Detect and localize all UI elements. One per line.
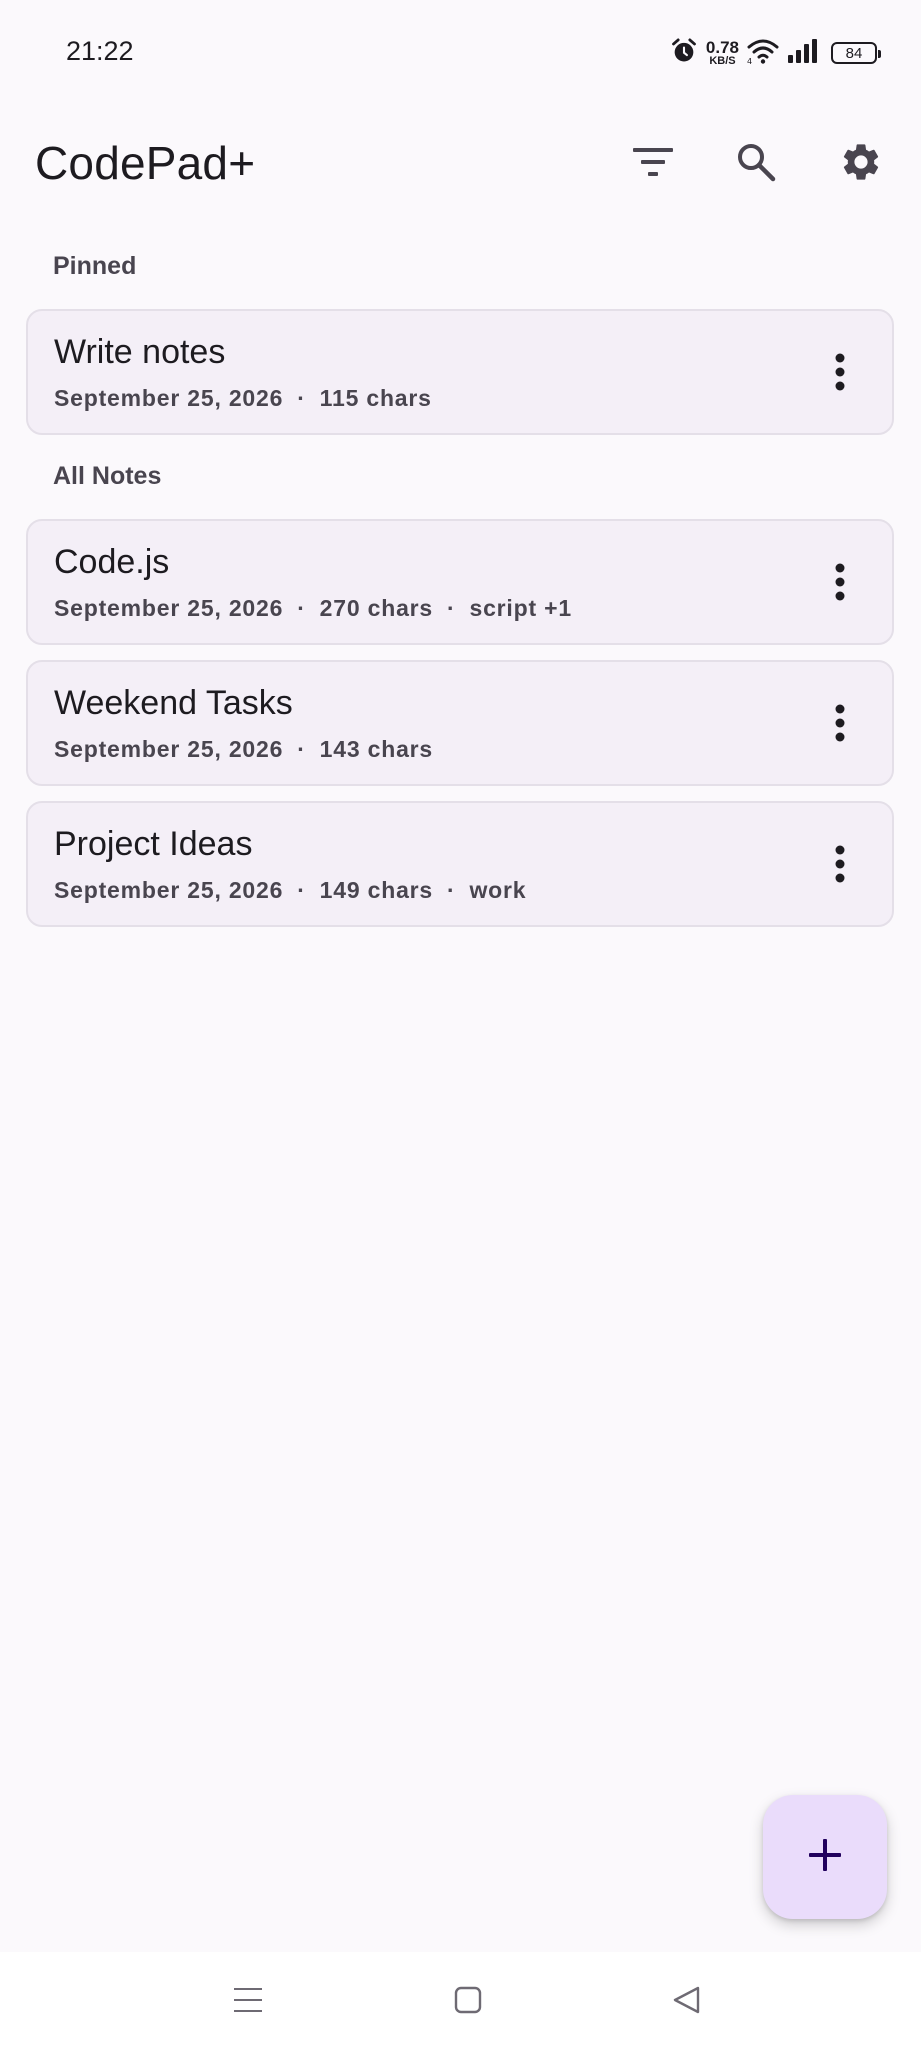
gear-icon bbox=[839, 140, 883, 184]
more-vert-icon bbox=[834, 353, 846, 396]
note-date: September 25, 2026 bbox=[54, 736, 284, 762]
more-vert-icon bbox=[834, 704, 846, 747]
note-title: Weekend Tasks bbox=[54, 684, 293, 722]
nav-back-button[interactable] bbox=[656, 1972, 716, 2032]
more-vert-icon bbox=[834, 845, 846, 888]
section-label-all-notes: All Notes bbox=[53, 462, 162, 490]
note-meta: September 25, 2026 · 270 chars · script +1 bbox=[54, 595, 572, 622]
note-card-project-ideas[interactable]: Project Ideas September 25, 2026 · 149 cha… bbox=[26, 801, 894, 927]
note-title: Project Ideas bbox=[54, 825, 253, 863]
note-card-write-notes[interactable]: Write notes September 25, 2026 · 115 chars bbox=[26, 309, 894, 435]
note-more-button[interactable] bbox=[810, 695, 870, 755]
search-icon bbox=[736, 142, 776, 182]
note-date: September 25, 2026 bbox=[54, 385, 284, 411]
status-time: 21:22 bbox=[66, 36, 134, 66]
more-vert-icon bbox=[834, 563, 846, 606]
filter-button[interactable] bbox=[623, 132, 683, 192]
battery-icon: 84 bbox=[831, 42, 881, 64]
meta-separator: · bbox=[297, 877, 306, 903]
plus-icon bbox=[808, 1838, 842, 1877]
meta-separator: · bbox=[297, 595, 306, 621]
note-tags: work bbox=[469, 877, 527, 903]
app-title: CodePad+ bbox=[35, 137, 256, 189]
note-meta: September 25, 2026 · 149 chars · work bbox=[54, 877, 526, 904]
add-note-button[interactable] bbox=[763, 1795, 887, 1919]
filter-icon bbox=[632, 147, 674, 177]
note-title: Write notes bbox=[54, 333, 226, 371]
note-date: September 25, 2026 bbox=[54, 595, 284, 621]
battery-level: 84 bbox=[845, 44, 863, 62]
meta-separator: · bbox=[297, 385, 306, 411]
status-bar: 21:22 0.78 KB/S 4 84 bbox=[0, 0, 921, 100]
note-more-button[interactable] bbox=[810, 836, 870, 896]
note-date: September 25, 2026 bbox=[54, 877, 284, 903]
network-speed-unit: KB/S bbox=[709, 55, 736, 67]
search-button[interactable] bbox=[726, 132, 786, 192]
svg-text:4: 4 bbox=[747, 57, 752, 65]
note-char-count: 143 chars bbox=[319, 736, 434, 762]
home-icon bbox=[454, 1986, 482, 2019]
note-tags: script +1 bbox=[469, 595, 572, 621]
settings-button[interactable] bbox=[831, 132, 891, 192]
app-bar: CodePad+ bbox=[0, 110, 921, 214]
note-meta: September 25, 2026 · 115 chars bbox=[54, 385, 432, 412]
menu-icon bbox=[233, 1986, 263, 2019]
meta-separator: · bbox=[297, 736, 306, 762]
network-speed: 0.78 KB/S bbox=[706, 39, 739, 67]
status-icons: 0.78 KB/S 4 84 bbox=[670, 36, 881, 70]
note-card-code-js[interactable]: Code.js September 25, 2026 · 270 chars · scr… bbox=[26, 519, 894, 645]
note-title: Code.js bbox=[54, 543, 170, 581]
back-icon bbox=[671, 1985, 701, 2020]
note-meta: September 25, 2026 · 143 chars bbox=[54, 736, 433, 763]
meta-separator: · bbox=[447, 877, 456, 903]
signal-icon bbox=[787, 38, 819, 69]
meta-separator: · bbox=[447, 595, 456, 621]
alarm-icon bbox=[670, 37, 698, 70]
note-char-count: 270 chars bbox=[319, 595, 434, 621]
section-label-pinned: Pinned bbox=[53, 252, 137, 280]
network-speed-value: 0.78 bbox=[705, 38, 739, 57]
nav-home-button[interactable] bbox=[438, 1972, 498, 2032]
note-card-weekend-tasks[interactable]: Weekend Tasks September 25, 2026 · 143 cha… bbox=[26, 660, 894, 786]
system-nav-bar bbox=[0, 1952, 921, 2048]
note-more-button[interactable] bbox=[810, 554, 870, 614]
note-char-count: 149 chars bbox=[319, 877, 434, 903]
note-char-count: 115 chars bbox=[319, 385, 432, 411]
note-more-button[interactable] bbox=[810, 344, 870, 404]
nav-menu-button[interactable] bbox=[218, 1972, 278, 2032]
wifi-icon: 4 bbox=[747, 37, 779, 70]
